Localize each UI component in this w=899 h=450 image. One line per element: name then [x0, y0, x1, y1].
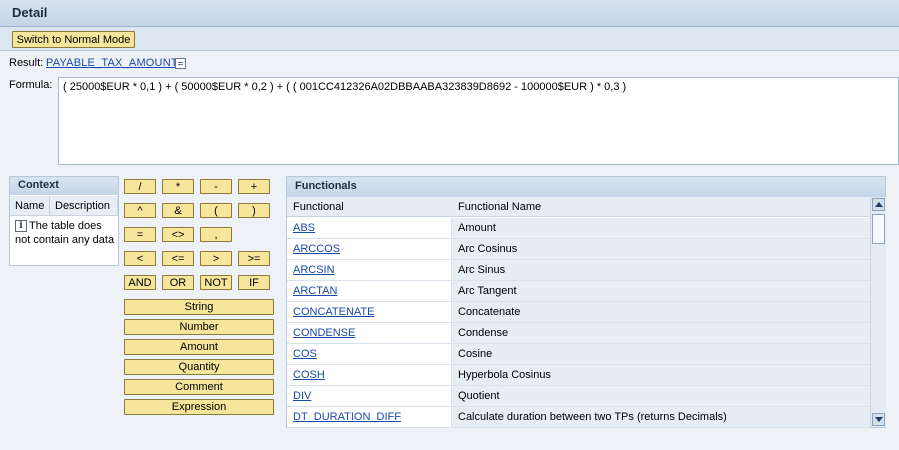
page-header: Detail: [0, 0, 899, 27]
operator-greater-than-button[interactable]: >: [200, 251, 232, 266]
operator-divide-button[interactable]: /: [124, 179, 156, 194]
formula-editor[interactable]: ( 25000$EUR * 0,1 ) + ( 50000$EUR * 0,2 …: [58, 77, 899, 165]
operator-plus-button[interactable]: +: [238, 179, 270, 194]
functional-name: Quotient: [452, 386, 870, 406]
functional-name: Hyperbola Cosinus: [452, 365, 870, 385]
empty-text: The table does not contain any data: [15, 220, 115, 246]
functional-link[interactable]: ABS: [293, 222, 315, 234]
expression-button[interactable]: Expression: [124, 399, 274, 415]
operator-ampersand-button[interactable]: &: [162, 203, 194, 218]
functional-link[interactable]: ARCCOS: [293, 243, 340, 255]
functional-link[interactable]: DIV: [293, 390, 311, 402]
operator-not-button[interactable]: NOT: [200, 275, 232, 290]
context-column-description[interactable]: Description: [50, 196, 118, 216]
edit-icon[interactable]: [175, 58, 186, 69]
quantity-button[interactable]: Quantity: [124, 359, 274, 375]
functional-name: Arc Tangent: [452, 281, 870, 301]
functional-name: Amount: [452, 218, 870, 238]
table-row[interactable]: CONCATENATE Concatenate: [287, 302, 870, 323]
comment-button[interactable]: Comment: [124, 379, 274, 395]
scroll-down-icon[interactable]: [872, 413, 885, 426]
operator-minus-button[interactable]: -: [200, 179, 232, 194]
table-row[interactable]: COSH Hyperbola Cosinus: [287, 365, 870, 386]
operator-open-paren-button[interactable]: (: [200, 203, 232, 218]
operator-power-button[interactable]: ^: [124, 203, 156, 218]
operator-less-than-button[interactable]: <: [124, 251, 156, 266]
functional-link[interactable]: CONCATENATE: [293, 306, 375, 318]
amount-button[interactable]: Amount: [124, 339, 274, 355]
functionals-scrollbar[interactable]: [870, 197, 886, 427]
functional-name: Arc Sinus: [452, 260, 870, 280]
scroll-up-icon[interactable]: [872, 198, 885, 211]
result-label: Result:: [9, 57, 44, 69]
operator-less-equal-button[interactable]: <=: [162, 251, 194, 266]
functionals-rows: ABS Amount ARCCOS Arc Cosinus ARCSIN Arc Si…: [287, 218, 870, 428]
switch-to-normal-mode-button[interactable]: Switch to Normal Mode: [12, 31, 135, 48]
formula-label: Formula:: [9, 79, 53, 91]
operator-greater-equal-button[interactable]: >=: [238, 251, 270, 266]
functional-name: Condense: [452, 323, 870, 343]
table-row[interactable]: ARCSIN Arc Sinus: [287, 260, 870, 281]
context-empty-message: i The table does not contain any data: [15, 219, 117, 247]
table-row[interactable]: ABS Amount: [287, 218, 870, 239]
functionals-panel: Functionals Functional Functional Name A…: [286, 176, 886, 428]
result-value-link[interactable]: PAYABLE_TAX_AMOUNT: [46, 57, 178, 69]
functional-name: Concatenate: [452, 302, 870, 322]
context-panel: Context Name Description i The table does…: [9, 176, 119, 266]
functional-name: Cosine: [452, 344, 870, 364]
context-title: Context: [10, 177, 118, 195]
scroll-thumb[interactable]: [872, 214, 885, 244]
operator-if-button[interactable]: IF: [238, 275, 270, 290]
string-button[interactable]: String: [124, 299, 274, 315]
table-row[interactable]: DT_DURATION_DIFF Calculate duration betwe…: [287, 407, 870, 428]
functional-link[interactable]: COSH: [293, 369, 325, 381]
number-button[interactable]: Number: [124, 319, 274, 335]
table-row[interactable]: COS Cosine: [287, 344, 870, 365]
table-row[interactable]: DIV Quotient: [287, 386, 870, 407]
toolbar: Switch to Normal Mode: [0, 27, 899, 51]
functional-name: Arc Cosinus: [452, 239, 870, 259]
table-row[interactable]: CONDENSE Condense: [287, 323, 870, 344]
functional-link[interactable]: CONDENSE: [293, 327, 355, 339]
operator-close-paren-button[interactable]: ): [238, 203, 270, 218]
table-row[interactable]: ARCTAN Arc Tangent: [287, 281, 870, 302]
functional-name: Calculate duration between two TPs (retu…: [452, 407, 870, 427]
functionals-header-row: Functional Functional Name: [287, 197, 870, 217]
operator-and-button[interactable]: AND: [124, 275, 156, 290]
functionals-title: Functionals: [287, 177, 885, 197]
functional-link[interactable]: ARCSIN: [293, 264, 335, 276]
operator-or-button[interactable]: OR: [162, 275, 194, 290]
operator-comma-button[interactable]: ,: [200, 227, 232, 242]
functional-link[interactable]: ARCTAN: [293, 285, 337, 297]
column-functional-name[interactable]: Functional Name: [458, 201, 541, 213]
table-row[interactable]: ARCCOS Arc Cosinus: [287, 239, 870, 260]
column-functional[interactable]: Functional: [293, 201, 344, 213]
info-icon: i: [15, 220, 27, 233]
page-title: Detail: [12, 5, 48, 20]
functional-link[interactable]: DT_DURATION_DIFF: [293, 411, 401, 423]
operator-multiply-button[interactable]: *: [162, 179, 194, 194]
context-column-name[interactable]: Name: [10, 196, 50, 216]
operator-equals-button[interactable]: =: [124, 227, 156, 242]
operator-not-equal-button[interactable]: <>: [162, 227, 194, 242]
functional-link[interactable]: COS: [293, 348, 317, 360]
